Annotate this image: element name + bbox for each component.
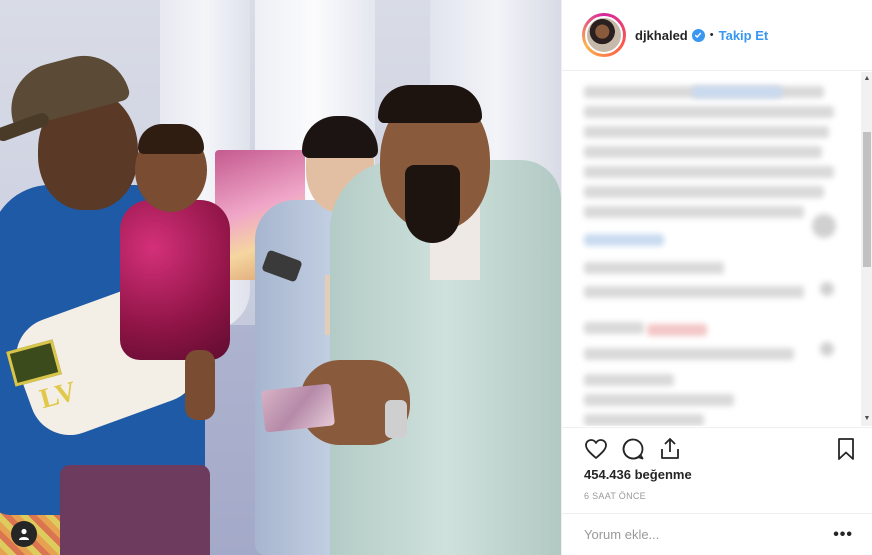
comment-bubble-icon[interactable] bbox=[620, 436, 646, 462]
separator-dot: • bbox=[709, 29, 714, 41]
person-left-pants bbox=[60, 465, 210, 555]
scrollbar-thumb[interactable] bbox=[863, 132, 871, 267]
comments-scrollbar[interactable]: ▲ ▼ bbox=[861, 72, 872, 426]
blurred-caption-line bbox=[584, 146, 822, 158]
blurred-comment-line bbox=[584, 394, 734, 406]
blurred-comment-line bbox=[584, 414, 704, 426]
user-tag-icon-glyph bbox=[19, 528, 29, 540]
blurred-like-icon bbox=[820, 342, 834, 356]
bookmark-icon[interactable] bbox=[833, 436, 859, 462]
blurred-hashtag bbox=[692, 86, 782, 98]
person-right-beard bbox=[405, 165, 460, 243]
blurred-comment-line bbox=[584, 286, 804, 298]
avatar[interactable] bbox=[585, 16, 623, 54]
comments-area-blurred[interactable]: ▲ ▼ bbox=[562, 72, 872, 426]
post-side-panel: djkhaled • Takip Et ▲ ▼ 454.436 beğenme … bbox=[561, 0, 872, 555]
blurred-avatar bbox=[812, 214, 836, 238]
baby-legs bbox=[185, 350, 215, 420]
blurred-emoji bbox=[647, 324, 707, 336]
blurred-comment-line bbox=[584, 322, 644, 334]
blurred-caption-line bbox=[584, 166, 834, 178]
blurred-hashtag bbox=[584, 234, 664, 246]
verified-badge-icon bbox=[691, 28, 705, 42]
check-icon bbox=[694, 32, 702, 38]
blurred-comment-line bbox=[584, 348, 794, 360]
post-timestamp[interactable]: 6 SAAT ÖNCE bbox=[584, 491, 646, 501]
comment-input[interactable] bbox=[584, 527, 834, 542]
user-tag-icon[interactable] bbox=[11, 521, 37, 547]
post-photo[interactable]: LV bbox=[0, 0, 561, 555]
gift-box bbox=[260, 383, 336, 433]
blurred-caption-line bbox=[584, 186, 824, 198]
blurred-caption-line bbox=[584, 126, 829, 138]
heart-icon[interactable] bbox=[583, 436, 609, 462]
username-link[interactable]: djkhaled bbox=[635, 28, 688, 43]
blurred-comment-line bbox=[584, 374, 674, 386]
share-icon[interactable] bbox=[657, 436, 683, 462]
likes-count[interactable]: 454.436 beğenme bbox=[584, 467, 692, 482]
action-bar bbox=[562, 427, 872, 467]
blurred-caption-line bbox=[584, 206, 804, 218]
more-options-button[interactable]: ••• bbox=[833, 526, 853, 544]
person-right-hair bbox=[378, 85, 482, 123]
avatar-story-ring[interactable] bbox=[582, 13, 626, 57]
follow-button[interactable]: Takip Et bbox=[719, 28, 769, 43]
baby-sequin-dress bbox=[120, 200, 230, 360]
wristwatch bbox=[385, 400, 407, 438]
scroll-down-arrow-icon[interactable]: ▼ bbox=[863, 414, 871, 424]
blurred-comment-line bbox=[584, 262, 724, 274]
blurred-like-icon bbox=[820, 282, 834, 296]
comment-composer: ••• bbox=[562, 513, 872, 555]
blurred-caption-line bbox=[584, 106, 834, 118]
scroll-up-arrow-icon[interactable]: ▲ bbox=[863, 74, 871, 84]
baby-hair bbox=[138, 124, 204, 154]
post-header: djkhaled • Takip Et bbox=[562, 0, 872, 71]
